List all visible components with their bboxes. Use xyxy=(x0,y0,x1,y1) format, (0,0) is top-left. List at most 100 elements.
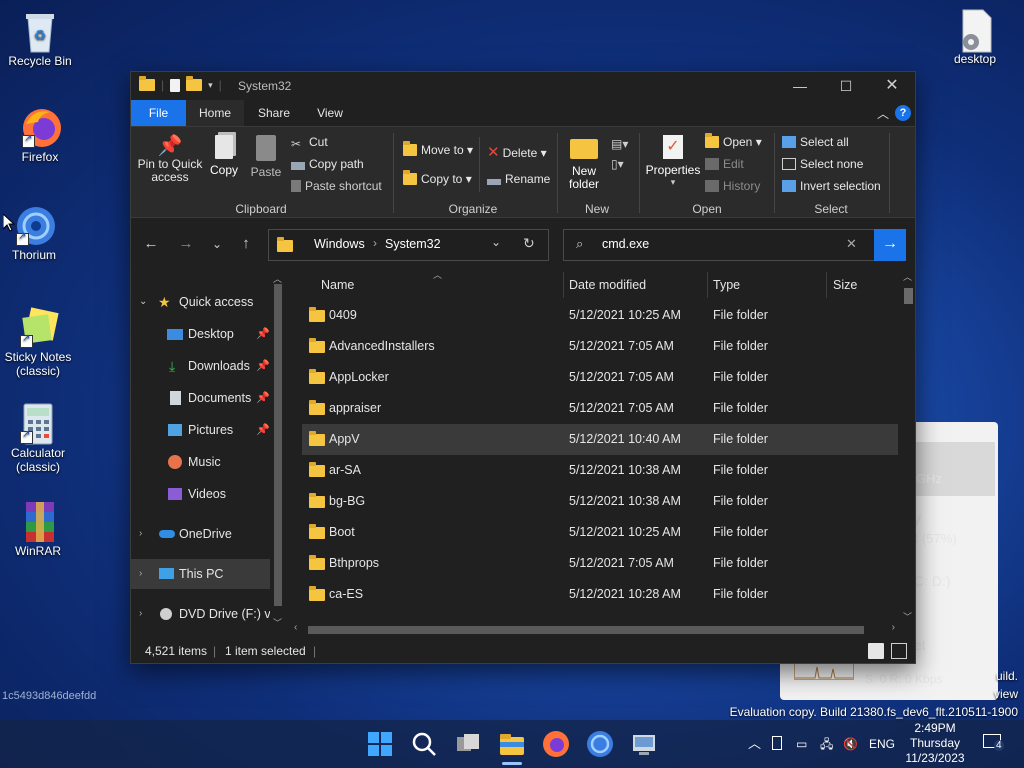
nav-documents[interactable]: Documents 📌 xyxy=(131,383,270,413)
column-header-type[interactable]: Type xyxy=(713,272,740,298)
nav-music[interactable]: Music xyxy=(131,447,270,477)
desktop-icon-firefox[interactable]: Firefox xyxy=(0,106,80,164)
network-icon[interactable]: 🖧 xyxy=(820,720,833,768)
nav-videos[interactable]: Videos xyxy=(131,479,270,509)
language-indicator[interactable]: ENG xyxy=(869,720,895,768)
table-row[interactable]: AppV 5/12/2021 10:40 AM File folder xyxy=(302,424,898,455)
nav-pictures[interactable]: Pictures 📌 xyxy=(131,415,270,445)
desktop-icon-calculator[interactable]: Calculator (classic) xyxy=(0,402,78,474)
task-view-button[interactable] xyxy=(452,728,484,760)
rename-button[interactable]: Rename xyxy=(487,172,550,186)
desktop-icon-winrar[interactable]: WinRAR xyxy=(0,500,78,558)
properties-button[interactable]: ✓ Properties ▾ xyxy=(645,133,701,195)
open-button[interactable]: Open ▾ xyxy=(705,133,762,149)
table-row[interactable]: AdvancedInstallers 5/12/2021 7:05 AM File … xyxy=(302,331,898,362)
sticky-notes-icon xyxy=(18,306,59,348)
column-header-name[interactable]: Name xyxy=(321,272,354,298)
tab-share[interactable]: Share xyxy=(246,100,302,126)
select-all-button[interactable]: Select all xyxy=(782,135,849,149)
navigation-scrollbar[interactable]: ︿ ﹀ xyxy=(270,272,286,628)
new-folder-icon[interactable] xyxy=(186,76,203,91)
taskbar-firefox[interactable] xyxy=(540,728,572,760)
clock[interactable]: 2:49PM Thursday 11/23/2023 xyxy=(900,721,970,766)
desktop-icon-sticky-notes[interactable]: Sticky Notes (classic) xyxy=(0,306,78,378)
collapse-ribbon-icon[interactable]: ︿ xyxy=(877,105,889,122)
copy-path-button[interactable]: Copy path xyxy=(291,157,364,171)
taskbar-control-panel[interactable] xyxy=(628,728,660,760)
nav-desktop[interactable]: Desktop 📌 xyxy=(131,319,270,349)
search-box[interactable]: ⌕ cmd.exe ✕ → xyxy=(563,229,906,261)
customize-chevron-icon[interactable]: ▾ xyxy=(208,80,213,91)
clear-search-icon[interactable]: ✕ xyxy=(846,236,857,252)
select-none-button[interactable]: Select none xyxy=(782,157,863,171)
table-row[interactable]: Boot 5/12/2021 10:25 AM File folder xyxy=(302,517,898,548)
minimize-button[interactable]: — xyxy=(777,72,823,100)
tab-view[interactable]: View xyxy=(304,100,356,126)
paste-shortcut-button[interactable]: Paste shortcut xyxy=(291,179,382,193)
new-folder-button[interactable]: New folder xyxy=(565,133,603,195)
file-list-horizontal-scrollbar[interactable]: ‹ › xyxy=(290,622,899,637)
new-item-icon[interactable]: ▤▾ xyxy=(611,137,628,151)
nav-this-pc[interactable]: › This PC xyxy=(131,559,270,589)
nav-dvd-drive[interactable]: › DVD Drive (F:) vir xyxy=(131,599,270,629)
cut-button[interactable]: ✂ Cut xyxy=(291,135,328,151)
search-input[interactable]: cmd.exe xyxy=(602,237,649,251)
close-button[interactable]: ✕ xyxy=(869,72,915,100)
recent-locations-button[interactable]: ⌄ xyxy=(206,233,228,255)
copy-to-button[interactable]: Copy to ▾ xyxy=(403,170,472,186)
tab-file[interactable]: File xyxy=(131,100,186,126)
table-row[interactable]: ca-ES 5/12/2021 10:28 AM File folder xyxy=(302,579,898,610)
details-view-button[interactable] xyxy=(868,643,884,659)
select-all-icon xyxy=(782,136,796,148)
search-go-button[interactable]: → xyxy=(874,229,906,261)
table-row[interactable]: Bthprops 5/12/2021 7:05 AM File folder xyxy=(302,548,898,579)
search-taskbar-button[interactable] xyxy=(408,728,440,760)
refresh-icon[interactable]: ↻ xyxy=(523,235,535,252)
volume-muted-icon[interactable]: 🔇 xyxy=(843,720,858,768)
large-icons-view-button[interactable] xyxy=(891,643,907,659)
title-bar[interactable]: | ▾ | System32 — ☐ ✕ xyxy=(131,72,915,100)
table-row[interactable]: 0409 5/12/2021 10:25 AM File folder xyxy=(302,300,898,331)
help-icon[interactable]: ? xyxy=(895,105,911,121)
meet-now-icon[interactable]: ▭ xyxy=(796,720,807,768)
easy-access-icon[interactable]: ▯▾ xyxy=(611,157,624,171)
copy-button[interactable]: Copy xyxy=(207,133,241,193)
taskbar-file-explorer[interactable] xyxy=(496,728,528,765)
show-hidden-icons-button[interactable]: ︿ xyxy=(748,720,761,768)
history-button[interactable]: History xyxy=(705,179,760,193)
desktop-icon-recycle-bin[interactable]: ♻ Recycle Bin xyxy=(0,10,80,68)
start-button[interactable] xyxy=(364,728,396,760)
breadcrumb-windows[interactable]: Windows xyxy=(314,237,365,251)
forward-button[interactable]: → xyxy=(175,233,197,255)
address-dropdown-icon[interactable]: ⌄ xyxy=(491,235,501,249)
file-list-vertical-scrollbar[interactable]: ︿ ﹀ xyxy=(899,272,915,622)
table-row[interactable]: appraiser 5/12/2021 7:05 AM File folder xyxy=(302,393,898,424)
table-row[interactable]: bg-BG 5/12/2021 10:38 AM File folder xyxy=(302,486,898,517)
paste-button[interactable]: Paste xyxy=(249,133,283,193)
back-button[interactable]: ← xyxy=(140,233,162,255)
tab-home[interactable]: Home xyxy=(186,100,244,126)
properties-icon[interactable] xyxy=(170,78,181,92)
address-bar[interactable]: Windows › System32 ⌄ ↻ xyxy=(268,229,549,261)
invert-selection-button[interactable]: Invert selection xyxy=(782,179,881,193)
up-button[interactable]: ↑ xyxy=(235,233,257,255)
edit-button[interactable]: Edit xyxy=(705,157,744,171)
clipboard-group-label: Clipboard xyxy=(235,202,287,216)
table-row[interactable]: ar-SA 5/12/2021 10:38 AM File folder xyxy=(302,455,898,486)
table-row[interactable]: AppLocker 5/12/2021 7:05 AM File folder xyxy=(302,362,898,393)
move-to-button[interactable]: Move to ▾ xyxy=(403,141,473,157)
battery-icon[interactable] xyxy=(772,720,782,768)
maximize-button[interactable]: ☐ xyxy=(823,72,869,100)
notifications-button[interactable]: 4 xyxy=(983,734,1004,752)
nav-onedrive[interactable]: › OneDrive xyxy=(131,519,270,549)
pin-to-quick-access-button[interactable]: 📌 Pin to Quick access xyxy=(137,133,203,193)
delete-button[interactable]: ✕ Delete ▾ xyxy=(487,143,547,161)
column-header-date-modified[interactable]: Date modified xyxy=(569,272,646,298)
taskbar-thorium[interactable] xyxy=(584,728,616,760)
desktop-icon-desktop-file[interactable]: desktop xyxy=(935,8,1015,66)
breadcrumb-system32[interactable]: System32 xyxy=(385,237,441,251)
nav-quick-access[interactable]: ⌄ ★ Quick access xyxy=(131,287,270,317)
column-header-size[interactable]: Size xyxy=(833,272,857,298)
window-title: System32 xyxy=(238,79,292,93)
nav-downloads[interactable]: ⤓ Downloads 📌 xyxy=(131,351,270,381)
